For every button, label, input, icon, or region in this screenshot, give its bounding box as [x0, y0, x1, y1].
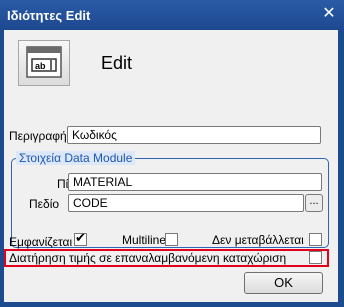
keep-value-label: Διατήρηση τιμής σε επαναλαμβανόμενη κατα…	[9, 251, 287, 265]
table-input[interactable]: MATERIAL	[68, 173, 322, 191]
title-bar[interactable]: Ιδιότητες Edit ✕	[0, 0, 344, 30]
control-type-title: Edit	[101, 53, 133, 73]
checkmark-icon: ✔	[75, 230, 86, 245]
field-input[interactable]: CODE	[68, 194, 304, 212]
ok-button[interactable]: OK	[244, 272, 323, 294]
svg-text:ab: ab	[35, 61, 46, 71]
edit-control-icon: ab	[18, 40, 70, 86]
visible-label: Εμφανίζεται	[9, 235, 73, 249]
browse-field-button[interactable]: ...	[305, 194, 323, 212]
multiline-label: Multiline	[122, 233, 167, 247]
keep-value-checkbox[interactable]	[309, 251, 322, 264]
dialog-body: ab Edit Περιγραφή Κωδικός Στοιχεία Data …	[4, 30, 338, 302]
close-icon[interactable]: ✕	[320, 5, 338, 23]
window-title: Ιδιότητες Edit	[7, 8, 91, 23]
readonly-label: Δεν μεταβάλλεται	[212, 233, 304, 247]
properties-dialog: Ιδιότητες Edit ✕ ab Edit Περιγραφή Κωδικ…	[0, 0, 344, 307]
readonly-checkbox[interactable]	[309, 233, 322, 246]
multiline-checkbox[interactable]	[165, 233, 178, 246]
description-input[interactable]: Κωδικός	[67, 126, 321, 144]
description-label: Περιγραφή	[9, 129, 67, 143]
field-label: Πεδίο	[29, 197, 60, 211]
visible-checkbox[interactable]: ✔	[74, 230, 87, 246]
data-module-group-title: Στοιχεία Data Module	[16, 151, 136, 165]
